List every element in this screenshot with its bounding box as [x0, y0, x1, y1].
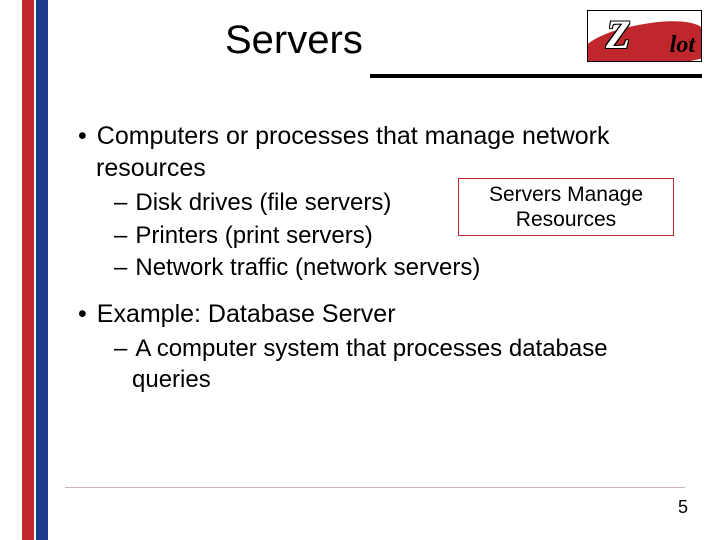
page-number: 5	[678, 497, 688, 518]
stripe-red	[22, 0, 34, 540]
callout-box: Servers Manage Resources	[458, 178, 674, 236]
bullet-2: Example: Database Server	[70, 298, 690, 330]
content-area: Computers or processes that manage netwo…	[70, 120, 690, 398]
bullet-1: Computers or processes that manage netwo…	[70, 120, 690, 184]
header-rule	[370, 74, 702, 78]
subbullet-3: Network traffic (network servers)	[70, 253, 690, 284]
footer-rule	[65, 487, 685, 488]
logo: Z lot	[587, 10, 702, 62]
subbullet-4: A computer system that processes databas…	[70, 334, 690, 395]
stripe-blue	[36, 0, 48, 540]
slide: Servers Z lot Computers or processes tha…	[0, 0, 720, 540]
callout-line-1: Servers Manage	[463, 182, 669, 207]
logo-text: lot	[670, 32, 695, 59]
slide-title: Servers	[225, 18, 363, 63]
logo-letter-z: Z	[606, 11, 630, 58]
callout-line-2: Resources	[463, 207, 669, 232]
